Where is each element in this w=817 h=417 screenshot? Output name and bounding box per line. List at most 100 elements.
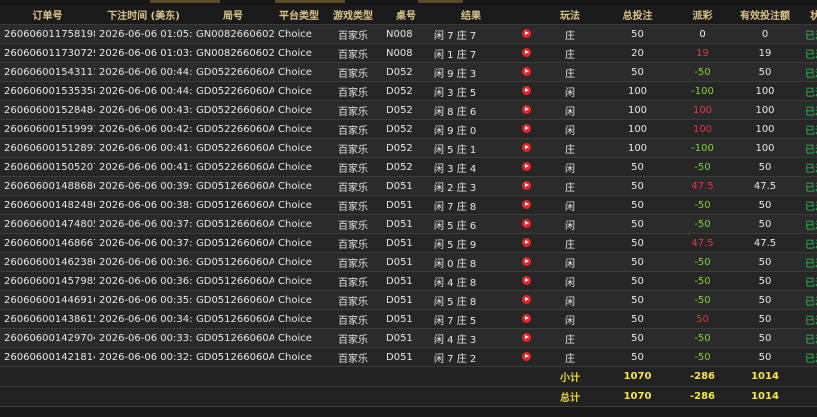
header-valid-bet[interactable]: 有效投注额 [730, 5, 800, 25]
play-video-icon[interactable] [521, 67, 531, 76]
table-row[interactable]: 2606060014218142026-06-06 00:32:37GD0512… [0, 347, 817, 367]
replay-button[interactable] [512, 119, 540, 139]
order-no-cell[interactable]: 260606001505207 [0, 157, 95, 177]
play-video-icon[interactable] [521, 105, 531, 114]
play-cell: 闲 [540, 100, 600, 120]
order-no-cell[interactable]: 260606001429704 [0, 328, 95, 348]
order-no-cell[interactable]: 260606001457985 [0, 271, 95, 291]
replay-button[interactable] [512, 43, 540, 63]
table-row[interactable]: 2606060014297042026-06-06 00:33:22GD0512… [0, 328, 817, 348]
play-video-icon[interactable] [521, 143, 531, 152]
bet-time-cell: 2026-06-06 00:39:19 [95, 176, 192, 196]
header-result[interactable]: 结果 [430, 5, 512, 25]
order-no-cell[interactable]: 260606001421814 [0, 347, 95, 367]
replay-button[interactable] [512, 62, 540, 82]
table-row[interactable]: 2606060015052072026-06-06 00:41:02GD0522… [0, 157, 817, 177]
replay-button[interactable] [512, 328, 540, 348]
order-no-cell[interactable]: 260606001512893 [0, 138, 95, 158]
replay-button[interactable] [512, 24, 540, 44]
table-row[interactable]: 2606060014579852026-06-06 00:36:16GD0512… [0, 271, 817, 291]
order-no-cell[interactable]: 260606011730729 [0, 43, 95, 63]
table-row[interactable]: 2606060014386152026-06-06 00:34:12GD0512… [0, 309, 817, 329]
play-video-icon[interactable] [521, 276, 531, 285]
replay-button[interactable] [512, 214, 540, 234]
replay-button[interactable] [512, 100, 540, 120]
toolbar-tab-stub[interactable] [150, 0, 220, 3]
play-video-icon[interactable] [521, 257, 531, 266]
table-row[interactable]: 2606060014824802026-06-06 00:38:42GD0512… [0, 195, 817, 215]
play-video-icon[interactable] [521, 181, 531, 190]
replay-button[interactable] [512, 252, 540, 272]
header-round-no[interactable]: 局号 [192, 5, 274, 25]
table-row[interactable]: 2606060015128932026-06-06 00:41:47GD0522… [0, 138, 817, 158]
header-total-bet[interactable]: 总投注 [600, 5, 675, 25]
replay-button[interactable] [512, 309, 540, 329]
table-row[interactable]: 2606060117581982026-06-06 01:05:33GN0082… [0, 24, 817, 44]
order-no-cell[interactable]: 260606001446916 [0, 290, 95, 310]
replay-button[interactable] [512, 157, 540, 177]
replay-button[interactable] [512, 138, 540, 158]
replay-button[interactable] [512, 290, 540, 310]
table-row[interactable]: 2606060014686672026-06-06 00:37:24GD0512… [0, 233, 817, 253]
play-video-icon[interactable] [521, 86, 531, 95]
play-video-icon[interactable] [521, 333, 531, 342]
play-video-icon[interactable] [521, 295, 531, 304]
order-no-cell[interactable]: 260606001535358 [0, 81, 95, 101]
order-no-cell[interactable]: 260606001488686 [0, 176, 95, 196]
table-row[interactable]: 2606060015284842026-06-06 00:43:21GD0522… [0, 100, 817, 120]
payout-cell: 50 [675, 309, 730, 329]
replay-button[interactable] [512, 176, 540, 196]
table-no-cell: D051 [382, 347, 430, 367]
table-row[interactable]: 2606060015199912026-06-06 00:42:30GD0522… [0, 119, 817, 139]
table-row[interactable]: 2606060015431112026-06-06 00:44:48GD0522… [0, 62, 817, 82]
table-row[interactable]: 2606060014748052026-06-06 00:37:59GD0512… [0, 214, 817, 234]
table-no-cell: D052 [382, 62, 430, 82]
header-payout[interactable]: 派彩 [675, 5, 730, 25]
toolbar-tab-stub[interactable] [275, 0, 345, 3]
result-cell: 闲 5 庄 8 [430, 290, 512, 310]
order-no-cell[interactable]: 260606001462386 [0, 252, 95, 272]
replay-button[interactable] [512, 233, 540, 253]
bet-time-cell: 2026-06-06 00:44:48 [95, 62, 192, 82]
header-game-type[interactable]: 游戏类型 [324, 5, 382, 25]
order-no-cell[interactable]: 260606001482480 [0, 195, 95, 215]
play-cell: 闲 [540, 271, 600, 291]
table-row[interactable]: 2606060014886862026-06-06 00:39:19GD0512… [0, 176, 817, 196]
toolbar-tab-stub[interactable] [418, 0, 463, 3]
header-status[interactable]: 状态 [800, 5, 817, 25]
table-row[interactable]: 2606060015353582026-06-06 00:44:02GD0522… [0, 81, 817, 101]
order-no-cell[interactable]: 260606001474805 [0, 214, 95, 234]
play-video-icon[interactable] [521, 238, 531, 247]
header-table-no[interactable]: 桌号 [382, 5, 430, 25]
table-row[interactable]: 2606060014469162026-06-06 00:35:05GD0512… [0, 290, 817, 310]
play-video-icon[interactable] [521, 162, 531, 171]
play-video-icon[interactable] [521, 48, 531, 57]
order-no-cell[interactable]: 260606001468667 [0, 233, 95, 253]
valid-bet-cell: 50 [730, 271, 800, 291]
payout-cell: -50 [675, 195, 730, 215]
replay-button[interactable] [512, 195, 540, 215]
order-no-cell[interactable]: 260606001438615 [0, 309, 95, 329]
table-no-cell: D051 [382, 214, 430, 234]
header-bet-time[interactable]: 下注时间 (美东) [95, 5, 192, 25]
play-cell: 庄 [540, 24, 600, 44]
header-platform[interactable]: 平台类型 [274, 5, 324, 25]
play-video-icon[interactable] [521, 314, 531, 323]
table-row[interactable]: 2606060117307292026-06-06 01:03:00GN0082… [0, 43, 817, 63]
order-no-cell[interactable]: 260606001528484 [0, 100, 95, 120]
order-no-cell[interactable]: 260606011758198 [0, 24, 95, 44]
play-video-icon[interactable] [521, 200, 531, 209]
play-video-icon[interactable] [521, 29, 531, 38]
play-video-icon[interactable] [521, 124, 531, 133]
replay-button[interactable] [512, 81, 540, 101]
replay-button[interactable] [512, 347, 540, 367]
header-play[interactable]: 玩法 [540, 5, 600, 25]
play-video-icon[interactable] [521, 219, 531, 228]
order-no-cell[interactable]: 260606001519991 [0, 119, 95, 139]
replay-button[interactable] [512, 271, 540, 291]
bet-time-cell: 2026-06-06 00:34:12 [95, 309, 192, 329]
header-order-no[interactable]: 订单号 [0, 5, 95, 25]
play-video-icon[interactable] [521, 352, 531, 361]
order-no-cell[interactable]: 260606001543111 [0, 62, 95, 82]
table-row[interactable]: 2606060014623862026-06-06 00:36:47GD0512… [0, 252, 817, 272]
